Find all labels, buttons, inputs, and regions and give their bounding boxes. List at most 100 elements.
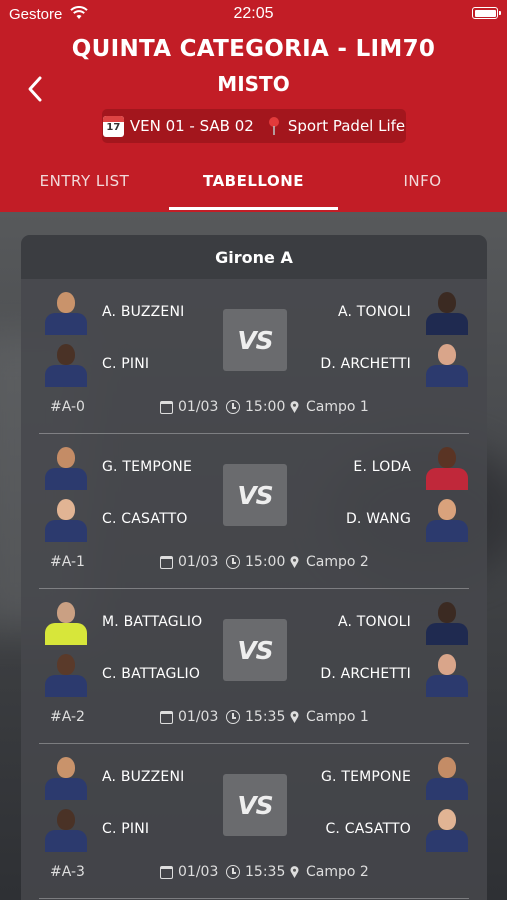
player-name: C. BATTAGLIO bbox=[102, 666, 201, 682]
player-left-1: M. BATTAGLIO bbox=[44, 599, 216, 645]
player-name: C. CASATTO bbox=[102, 511, 188, 527]
player-avatar bbox=[425, 496, 469, 542]
match-row[interactable]: G. TEMPONE C. CASATTO VS E. LODA D. WANG… bbox=[39, 434, 469, 589]
match-date-value: 01/03 bbox=[178, 864, 219, 880]
match-date: 01/03 bbox=[160, 399, 218, 415]
player-avatar bbox=[44, 289, 88, 335]
player-right-2: D. ARCHETTI bbox=[306, 651, 469, 697]
tab-info[interactable]: INFO bbox=[338, 160, 507, 212]
player-left-2: C. CASATTO bbox=[44, 496, 202, 542]
vs-badge: VS bbox=[223, 464, 287, 526]
match-row[interactable]: A. BUZZENI C. PINI VS A. TONOLI D. ARCHE… bbox=[39, 279, 469, 434]
player-avatar bbox=[425, 341, 469, 387]
battery-icon bbox=[472, 7, 501, 19]
player-name: C. PINI bbox=[102, 356, 150, 372]
clock-icon bbox=[226, 400, 240, 414]
match-court-value: Campo 2 bbox=[306, 554, 369, 570]
player-name: A. BUZZENI bbox=[102, 304, 185, 320]
player-right-1: A. TONOLI bbox=[324, 289, 469, 335]
clock-icon bbox=[226, 710, 240, 724]
match-time: 15:35 bbox=[226, 709, 285, 725]
calendar-icon: 17 bbox=[102, 115, 124, 137]
event-venue: Sport Padel Life bbox=[287, 117, 406, 135]
match-date-value: 01/03 bbox=[178, 709, 219, 725]
calendar-icon bbox=[160, 710, 173, 724]
event-info-pill: 17 VEN 01 - SAB 02 Sport Padel Life bbox=[102, 109, 406, 143]
match-court-value: Campo 1 bbox=[306, 399, 369, 415]
match-time: 15:00 bbox=[226, 554, 285, 570]
player-name: A. TONOLI bbox=[337, 304, 411, 320]
match-row[interactable]: A. BUZZENI C. PINI VS G. TEMPONE C. CASA… bbox=[39, 744, 469, 899]
calendar-icon bbox=[160, 555, 173, 569]
match-row[interactable]: M. BATTAGLIO C. BATTAGLIO VS A. TONOLI D… bbox=[39, 589, 469, 744]
player-left-2: C. PINI bbox=[44, 341, 163, 387]
match-date: 01/03 bbox=[160, 864, 218, 880]
tab-entry-list[interactable]: ENTRY LIST bbox=[0, 160, 169, 212]
player-left-2: C. PINI bbox=[44, 806, 163, 852]
match-code: #A-2 bbox=[50, 709, 85, 725]
player-name: A. BUZZENI bbox=[102, 769, 185, 785]
player-avatar bbox=[44, 496, 88, 542]
player-name: C. PINI bbox=[102, 821, 150, 837]
match-time: 15:35 bbox=[226, 864, 285, 880]
player-avatar bbox=[425, 444, 469, 490]
match-court: Campo 1 bbox=[290, 399, 369, 415]
pin-icon bbox=[268, 117, 279, 135]
player-left-2: C. BATTAGLIO bbox=[44, 651, 214, 697]
player-left-1: A. BUZZENI bbox=[44, 754, 198, 800]
location-pin-icon bbox=[290, 401, 299, 413]
player-avatar bbox=[425, 289, 469, 335]
status-bar: Gestore 22:05 bbox=[0, 0, 507, 28]
player-avatar bbox=[44, 651, 88, 697]
match-date: 01/03 bbox=[160, 709, 218, 725]
player-avatar bbox=[44, 806, 88, 852]
match-time-value: 15:35 bbox=[245, 864, 286, 880]
location-pin-icon bbox=[290, 866, 299, 878]
player-avatar bbox=[44, 444, 88, 490]
match-court-value: Campo 2 bbox=[306, 864, 369, 880]
tab-tabellone[interactable]: TABELLONE bbox=[169, 160, 338, 212]
match-code: #A-3 bbox=[50, 864, 85, 880]
player-avatar bbox=[425, 651, 469, 697]
player-right-1: A. TONOLI bbox=[324, 599, 469, 645]
event-dates: VEN 01 - SAB 02 bbox=[129, 117, 254, 135]
player-name: M. BATTAGLIO bbox=[102, 614, 203, 630]
player-avatar bbox=[44, 599, 88, 645]
player-name: D. ARCHETTI bbox=[320, 356, 411, 372]
player-name: G. TEMPONE bbox=[102, 459, 193, 475]
player-right-2: C. CASATTO bbox=[311, 806, 469, 852]
player-avatar bbox=[44, 754, 88, 800]
vs-badge: VS bbox=[223, 774, 287, 836]
player-name: D. ARCHETTI bbox=[320, 666, 411, 682]
calendar-icon bbox=[160, 400, 173, 414]
group-card: Girone A A. BUZZENI C. PINI VS A. TONOLI… bbox=[21, 235, 487, 900]
match-date-value: 01/03 bbox=[178, 554, 219, 570]
match-court: Campo 1 bbox=[290, 709, 369, 725]
player-right-1: E. LODA bbox=[339, 444, 469, 490]
player-right-2: D. ARCHETTI bbox=[306, 341, 469, 387]
player-left-1: A. BUZZENI bbox=[44, 289, 198, 335]
group-title: Girone A bbox=[21, 235, 487, 279]
match-time: 15:00 bbox=[226, 399, 285, 415]
location-pin-icon bbox=[290, 556, 299, 568]
location-pin-icon bbox=[290, 711, 299, 723]
status-time: 22:05 bbox=[233, 5, 274, 22]
page-title: QUINTA CATEGORIA - LIM70 bbox=[71, 36, 436, 62]
match-court: Campo 2 bbox=[290, 554, 369, 570]
page-subtitle: MISTO bbox=[217, 72, 290, 96]
clock-icon bbox=[226, 555, 240, 569]
calendar-icon bbox=[160, 865, 173, 879]
vs-badge: VS bbox=[223, 619, 287, 681]
player-right-2: D. WANG bbox=[332, 496, 469, 542]
vs-badge: VS bbox=[223, 309, 287, 371]
player-avatar bbox=[425, 754, 469, 800]
player-avatar bbox=[425, 599, 469, 645]
match-code: #A-0 bbox=[50, 399, 85, 415]
match-date: 01/03 bbox=[160, 554, 218, 570]
match-court-value: Campo 1 bbox=[306, 709, 369, 725]
player-name: A. TONOLI bbox=[337, 614, 411, 630]
player-avatar bbox=[425, 806, 469, 852]
player-avatar bbox=[44, 341, 88, 387]
match-code: #A-1 bbox=[50, 554, 85, 570]
tab-bar: ENTRY LIST TABELLONE INFO bbox=[0, 160, 507, 212]
